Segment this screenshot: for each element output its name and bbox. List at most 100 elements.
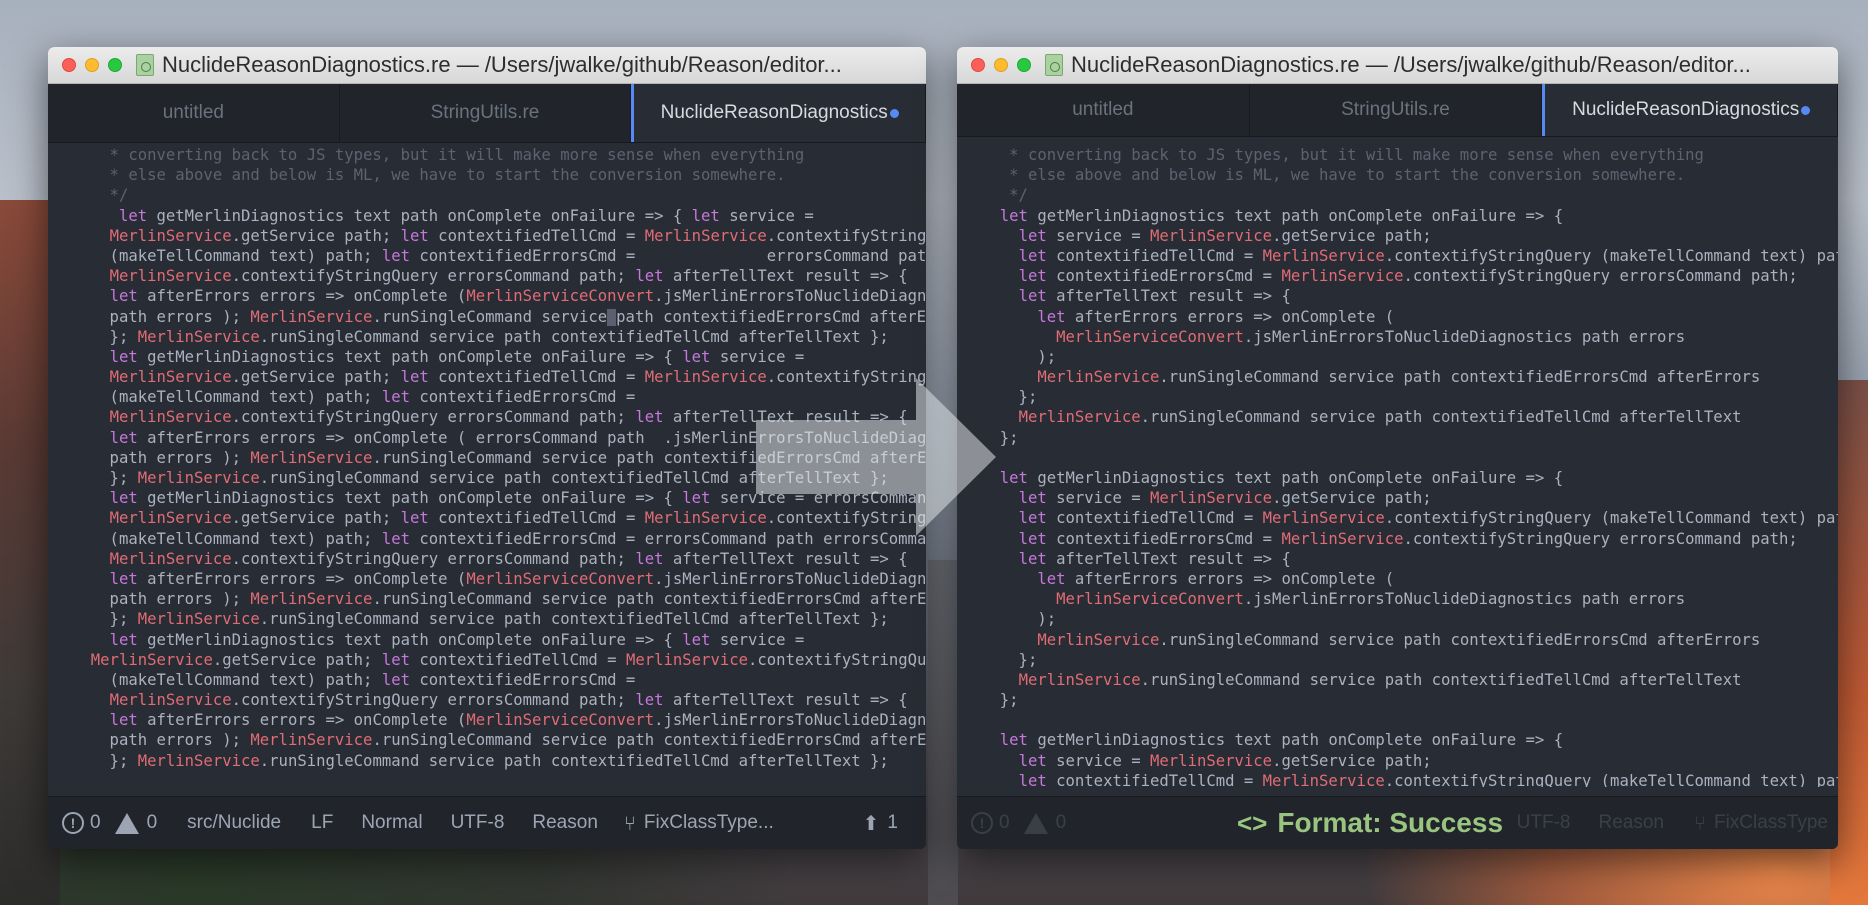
- code-line[interactable]: };: [981, 428, 1838, 448]
- code-line[interactable]: let afterErrors errors => onComplete (: [981, 307, 1838, 327]
- code-line[interactable]: let afterTellText result => {: [981, 549, 1838, 569]
- code-line[interactable]: (makeTellCommand text) path; let context…: [72, 246, 926, 266]
- code-line[interactable]: let getMerlinDiagnostics text path onCom…: [981, 468, 1838, 488]
- zoom-window-button[interactable]: [108, 58, 122, 72]
- tab-nuclide-reason-diagnostics[interactable]: NuclideReasonDiagnostics: [1542, 84, 1838, 136]
- diagnostics-errors[interactable]: ! 0: [971, 812, 1010, 834]
- git-branch[interactable]: ⑂ FixClassType: [1694, 811, 1828, 835]
- code-line[interactable]: MerlinService.getService path; let conte…: [72, 226, 926, 246]
- code-line[interactable]: * else above and below is ML, we have to…: [72, 165, 926, 185]
- code-line[interactable]: MerlinService.runSingleCommand service p…: [981, 630, 1838, 650]
- code-token: let: [682, 630, 711, 649]
- code-line[interactable]: (makeTellCommand text) path; let context…: [72, 670, 926, 690]
- file-path[interactable]: src/Nuclide: [187, 812, 281, 834]
- code-line[interactable]: }; MerlinService.runSingleCommand servic…: [72, 609, 926, 629]
- code-line[interactable]: let afterErrors errors => onComplete (Me…: [72, 569, 926, 589]
- code-line[interactable]: };: [981, 387, 1838, 407]
- code-token: .runSingleCommand service path contextif…: [1140, 670, 1742, 689]
- git-branch[interactable]: ⑂ FixClassType...: [624, 811, 774, 835]
- code-line[interactable]: let getMerlinDiagnostics text path onCom…: [981, 730, 1838, 750]
- code-line[interactable]: }; MerlinService.runSingleCommand servic…: [72, 327, 926, 347]
- code-line[interactable]: */: [72, 185, 926, 205]
- code-line[interactable]: }; MerlinService.runSingleCommand servic…: [72, 751, 926, 771]
- code-line[interactable]: */: [981, 185, 1838, 205]
- code-line[interactable]: [981, 448, 1838, 468]
- code-line[interactable]: let service = MerlinService.getService p…: [981, 226, 1838, 246]
- grammar[interactable]: Reason: [532, 812, 598, 834]
- code-line[interactable]: );: [981, 609, 1838, 629]
- zoom-window-button[interactable]: [1017, 58, 1031, 72]
- code-line[interactable]: let contextifiedTellCmd = MerlinService.…: [981, 771, 1838, 787]
- tab-untitled[interactable]: untitled: [957, 84, 1250, 136]
- tab-nuclide-reason-diagnostics[interactable]: NuclideReasonDiagnostics: [631, 84, 926, 142]
- code-line[interactable]: MerlinService.contextifyStringQuery erro…: [72, 549, 926, 569]
- code-token: contextifiedTellCmd =: [1046, 246, 1263, 265]
- branch-name: FixClassType...: [643, 812, 774, 833]
- code-line[interactable]: let afterTellText result => {: [981, 286, 1838, 306]
- title-bar[interactable]: NuclideReasonDiagnostics.re — /Users/jwa…: [48, 47, 926, 84]
- code-token: service =: [710, 347, 805, 366]
- code-line[interactable]: let afterErrors errors => onComplete (Me…: [72, 286, 926, 306]
- code-line[interactable]: [981, 710, 1838, 730]
- tab-stringutils[interactable]: StringUtils.re: [1250, 84, 1543, 136]
- code-line[interactable]: MerlinService.runSingleCommand service p…: [981, 367, 1838, 387]
- code-token: MerlinService: [644, 368, 767, 387]
- code-line[interactable]: MerlinService.contextifyStringQuery erro…: [72, 266, 926, 286]
- tab-stringutils[interactable]: StringUtils.re: [340, 84, 632, 142]
- code-line[interactable]: let afterErrors errors => onComplete (: [981, 569, 1838, 589]
- grammar[interactable]: Reason: [1598, 812, 1664, 834]
- tab-bar: untitled StringUtils.re NuclideReasonDia…: [957, 84, 1838, 137]
- code-token: getMerlinDiagnostics text path onComplet…: [1027, 469, 1564, 487]
- code-line[interactable]: let getMerlinDiagnostics text path onCom…: [72, 347, 926, 367]
- code-line[interactable]: let service = MerlinService.getService p…: [981, 488, 1838, 508]
- code-line[interactable]: path errors ); MerlinService.runSingleCo…: [72, 307, 926, 327]
- code-line[interactable]: let getMerlinDiagnostics text path onCom…: [72, 206, 926, 226]
- code-line[interactable]: };: [981, 690, 1838, 710]
- code-line[interactable]: * converting back to JS types, but it wi…: [72, 145, 926, 165]
- diagnostics-warnings[interactable]: 0: [114, 812, 157, 834]
- code-line[interactable]: MerlinService.contextifyStringQuery erro…: [72, 690, 926, 710]
- code-line[interactable]: MerlinService.getService path; let conte…: [72, 650, 926, 670]
- diagnostics-warnings[interactable]: 0: [1023, 812, 1066, 834]
- code-editor[interactable]: * converting back to JS types, but it wi…: [957, 137, 1838, 787]
- code-line[interactable]: * converting back to JS types, but it wi…: [981, 145, 1838, 165]
- code-line[interactable]: let getMerlinDiagnostics text path onCom…: [981, 206, 1838, 226]
- diagnostics-errors[interactable]: ! 0: [62, 812, 101, 834]
- code-line[interactable]: MerlinService.runSingleCommand service p…: [981, 670, 1838, 690]
- code-line[interactable]: let getMerlinDiagnostics text path onCom…: [72, 630, 926, 650]
- vim-mode[interactable]: Normal: [361, 812, 422, 834]
- encoding[interactable]: UTF-8: [1517, 812, 1571, 834]
- code-token: .runSingleCommand service path contextif…: [259, 327, 889, 346]
- code-line[interactable]: let contextifiedTellCmd = MerlinService.…: [981, 246, 1838, 266]
- code-line[interactable]: };: [981, 650, 1838, 670]
- code-token: afterTellText result => {: [1046, 549, 1291, 568]
- code-line[interactable]: let contextifiedErrorsCmd = MerlinServic…: [981, 266, 1838, 286]
- minimize-window-button[interactable]: [85, 58, 99, 72]
- title-bar[interactable]: NuclideReasonDiagnostics.re — /Users/jwa…: [957, 47, 1838, 84]
- git-ahead[interactable]: ⬆ 1: [863, 811, 898, 835]
- close-window-button[interactable]: [971, 58, 985, 72]
- code-token: .runSingleCommand service path contextif…: [372, 731, 926, 750]
- code-line[interactable]: path errors ); MerlinService.runSingleCo…: [72, 730, 926, 750]
- code-line[interactable]: let afterErrors errors => onComplete (Me…: [72, 710, 926, 730]
- code-line[interactable]: * else above and below is ML, we have to…: [981, 165, 1838, 185]
- close-window-button[interactable]: [62, 58, 76, 72]
- code-token: MerlinService: [1150, 226, 1273, 245]
- code-line[interactable]: let contextifiedTellCmd = MerlinService.…: [981, 508, 1838, 528]
- minimize-window-button[interactable]: [994, 58, 1008, 72]
- status-bar: ! 0 0 src/Nuclide LF Normal UTF-8 Reason …: [48, 796, 926, 849]
- encoding[interactable]: UTF-8: [451, 812, 505, 834]
- tab-untitled[interactable]: untitled: [48, 84, 340, 142]
- code-line[interactable]: path errors ); MerlinService.runSingleCo…: [72, 589, 926, 609]
- code-line[interactable]: );: [981, 347, 1838, 367]
- code-token: MerlinServiceConvert: [466, 569, 655, 588]
- code-line[interactable]: let service = MerlinService.getService p…: [981, 751, 1838, 771]
- code-line[interactable]: MerlinServiceConvert.jsMerlinErrorsToNuc…: [981, 327, 1838, 347]
- code-line[interactable]: MerlinService.runSingleCommand service p…: [981, 407, 1838, 427]
- code-line[interactable]: MerlinServiceConvert.jsMerlinErrorsToNuc…: [981, 589, 1838, 609]
- line-ending[interactable]: LF: [311, 812, 333, 834]
- code-line[interactable]: let contextifiedErrorsCmd = MerlinServic…: [981, 529, 1838, 549]
